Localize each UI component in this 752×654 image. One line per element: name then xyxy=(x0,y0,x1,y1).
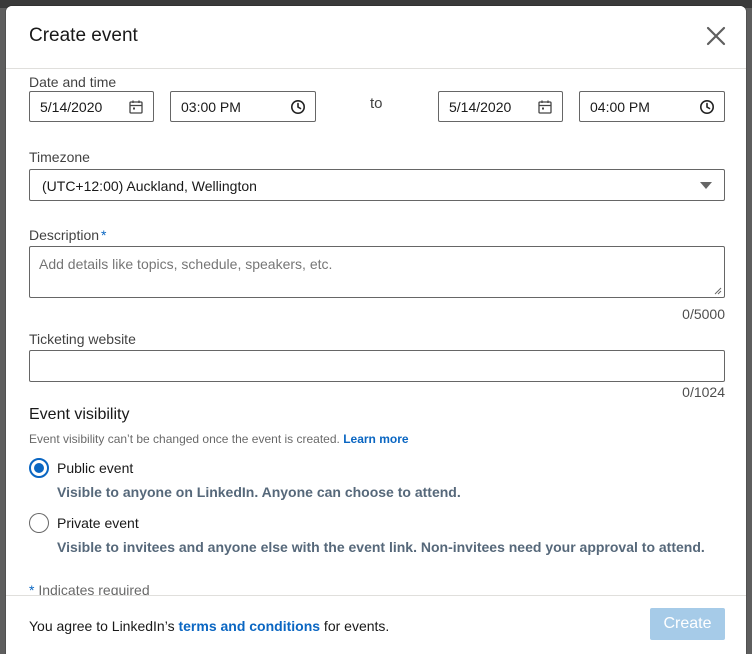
calendar-icon[interactable] xyxy=(537,99,553,115)
public-event-description: Visible to anyone on LinkedIn. Anyone ca… xyxy=(57,484,461,500)
ticketing-label: Ticketing website xyxy=(29,331,136,347)
description-label: Description * xyxy=(29,227,106,243)
close-button[interactable] xyxy=(702,22,730,50)
timezone-label: Timezone xyxy=(29,149,90,165)
start-time-field[interactable]: 03:00 PM xyxy=(170,91,316,122)
create-event-dialog: Create event Date and time 5/14/2020 03:… xyxy=(6,6,746,654)
clock-icon[interactable] xyxy=(699,99,715,115)
visibility-note: Event visibility can’t be changed once t… xyxy=(29,432,409,446)
resize-handle-icon[interactable] xyxy=(714,287,722,295)
timezone-select[interactable]: (UTC+12:00) Auckland, Wellington xyxy=(29,169,725,201)
ticketing-counter: 0/1024 xyxy=(682,384,725,400)
timezone-value: (UTC+12:00) Auckland, Wellington xyxy=(42,178,257,194)
dialog-header: Create event xyxy=(6,6,746,69)
end-time-field[interactable]: 04:00 PM xyxy=(579,91,725,122)
agree-suffix: for events. xyxy=(320,618,390,634)
agree-prefix: You agree to LinkedIn’s xyxy=(29,618,179,634)
visibility-note-text: Event visibility can’t be changed once t… xyxy=(29,432,340,446)
terms-agreement: You agree to LinkedIn’s terms and condit… xyxy=(29,618,389,634)
clock-icon[interactable] xyxy=(290,99,306,115)
terms-link[interactable]: terms and conditions xyxy=(178,618,320,634)
end-date-value: 5/14/2020 xyxy=(449,99,512,115)
end-date-field[interactable]: 5/14/2020 xyxy=(438,91,563,122)
end-time-value: 04:00 PM xyxy=(590,99,650,115)
private-event-description: Visible to invitees and anyone else with… xyxy=(57,539,705,555)
description-label-text: Description xyxy=(29,227,100,243)
description-placeholder: Add details like topics, schedule, speak… xyxy=(39,256,333,272)
start-date-value: 5/14/2020 xyxy=(40,99,103,115)
dialog-title: Create event xyxy=(29,25,138,46)
visibility-title: Event visibility xyxy=(29,406,130,423)
required-note: * Indicates required xyxy=(29,582,150,595)
required-note-text: Indicates required xyxy=(34,582,150,595)
private-event-label[interactable]: Private event xyxy=(57,515,139,531)
close-icon xyxy=(706,26,726,46)
caret-down-icon xyxy=(700,182,712,189)
to-label: to xyxy=(370,95,383,112)
learn-more-link[interactable]: Learn more xyxy=(343,432,408,446)
ticketing-website-input[interactable] xyxy=(29,350,725,382)
description-textarea[interactable]: Add details like topics, schedule, speak… xyxy=(29,246,725,298)
start-time-value: 03:00 PM xyxy=(181,99,241,115)
start-date-field[interactable]: 5/14/2020 xyxy=(29,91,154,122)
description-counter: 0/5000 xyxy=(682,306,725,322)
public-event-radio[interactable] xyxy=(29,458,49,478)
private-event-radio[interactable] xyxy=(29,513,49,533)
public-event-label[interactable]: Public event xyxy=(57,460,133,476)
calendar-icon[interactable] xyxy=(128,99,144,115)
create-button[interactable]: Create xyxy=(650,608,725,640)
required-star: * xyxy=(101,227,107,243)
dialog-body: Date and time 5/14/2020 03:00 PM to 5/14… xyxy=(6,69,746,595)
date-time-label: Date and time xyxy=(29,74,117,90)
dialog-footer: You agree to LinkedIn’s terms and condit… xyxy=(6,595,746,654)
